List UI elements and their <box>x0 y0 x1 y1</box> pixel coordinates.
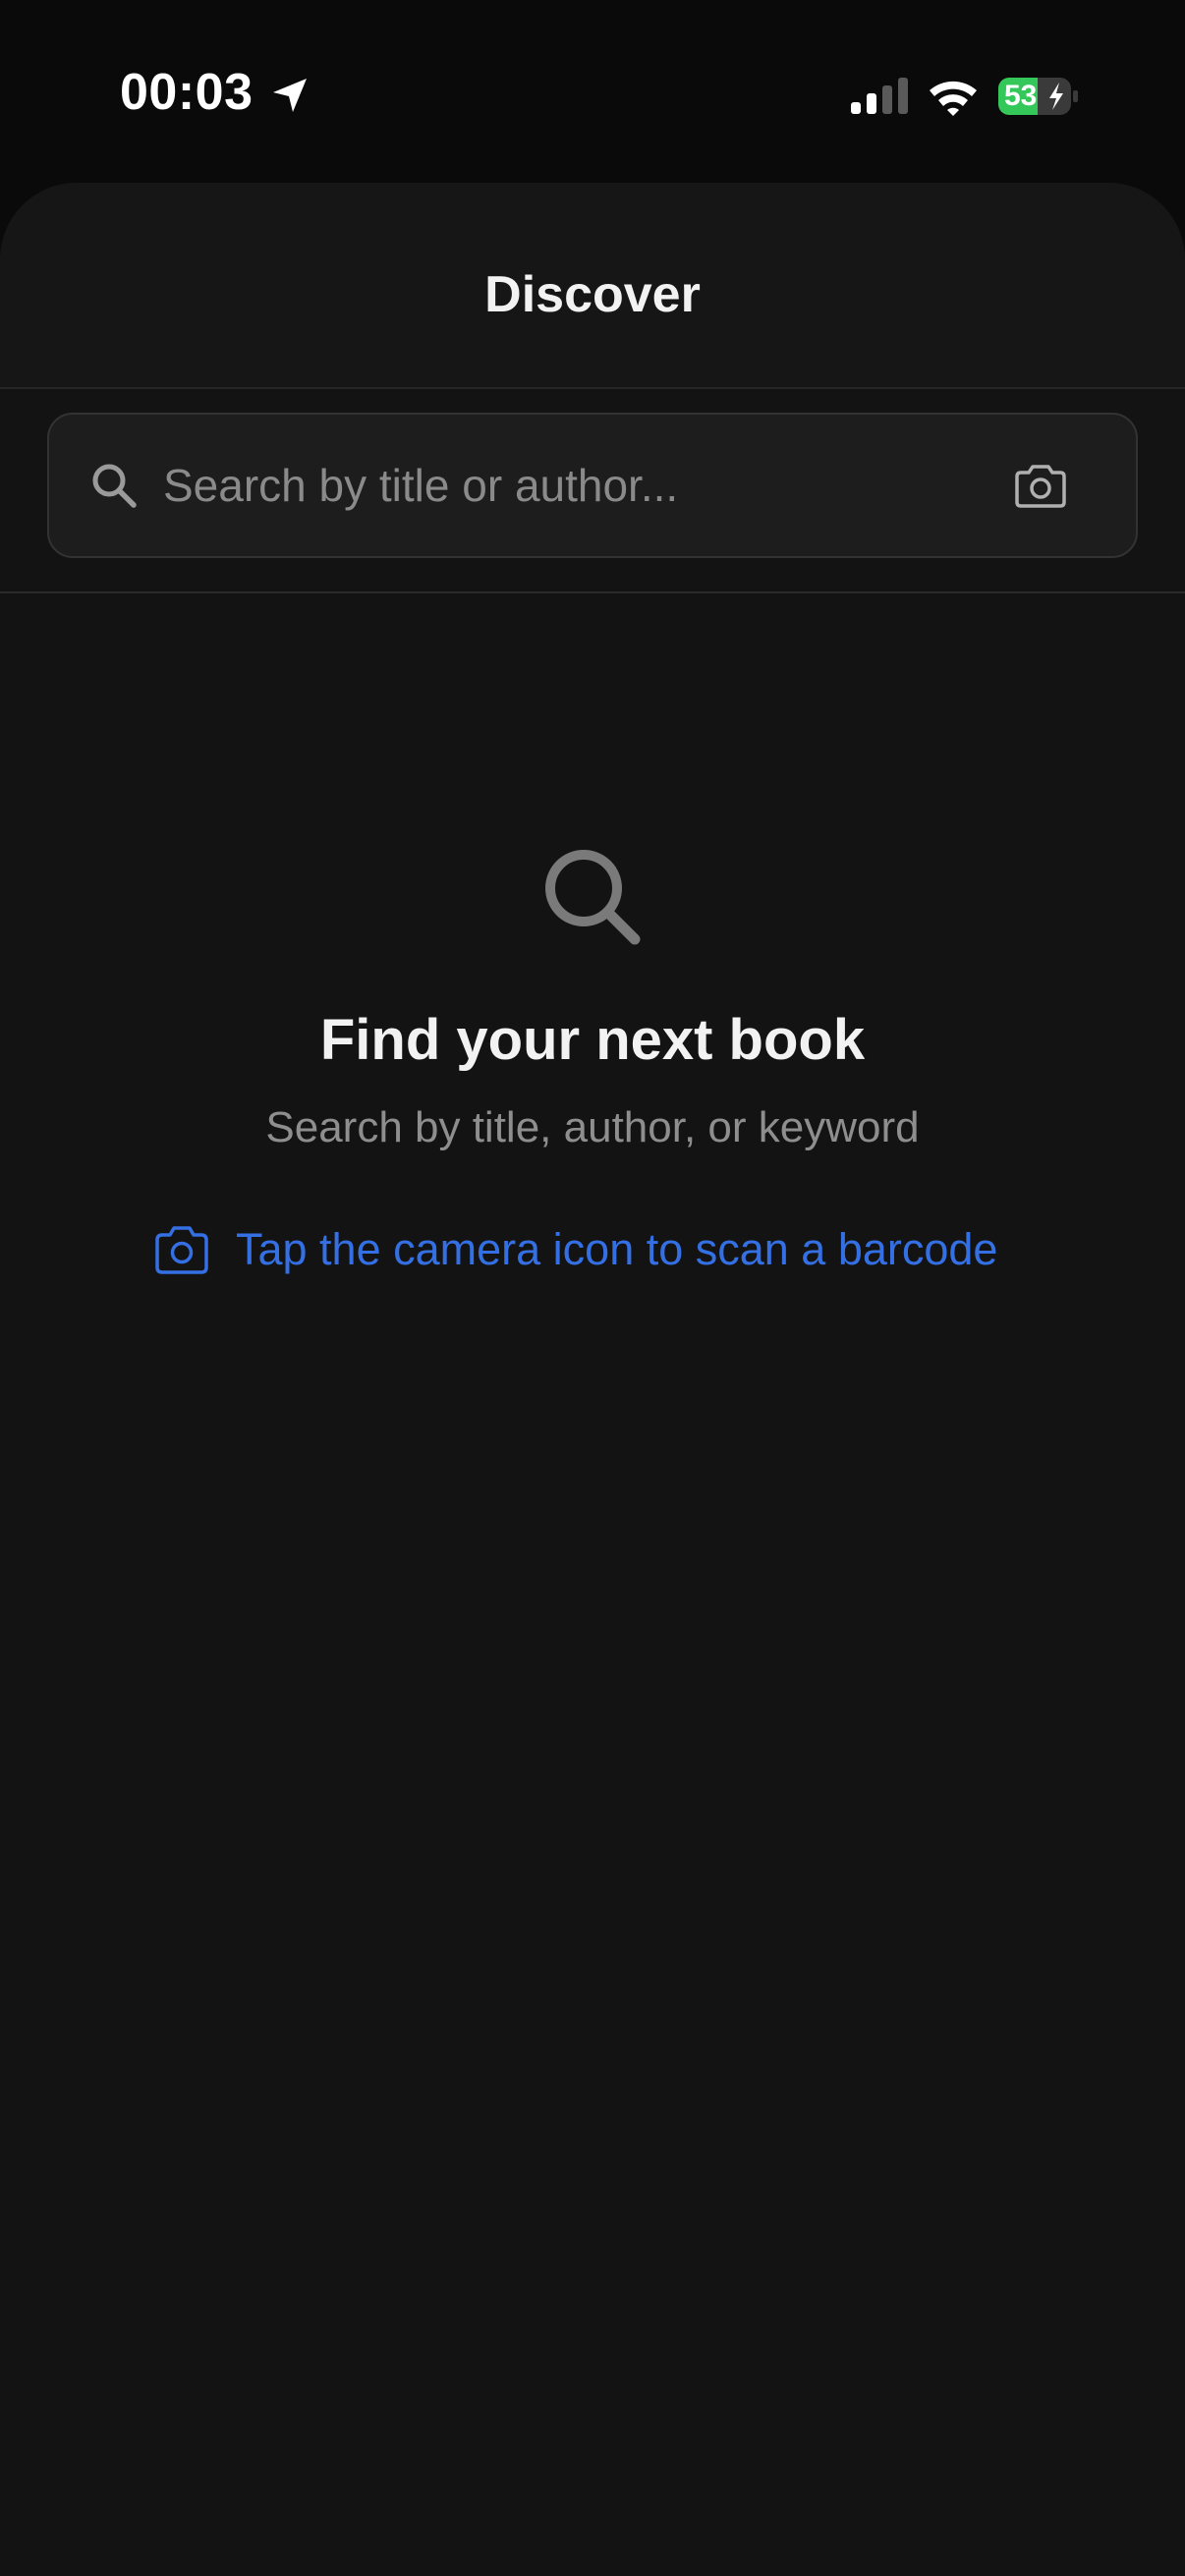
status-bar: 00:03 53 <box>0 0 1185 187</box>
scan-hint-text: Tap the camera icon to scan a barcode <box>236 1224 998 1274</box>
battery-level: 53 <box>1004 80 1038 112</box>
camera-icon <box>1015 465 1066 508</box>
scan-barcode-hint[interactable]: Tap the camera icon to scan a barcode <box>153 1212 997 1287</box>
camera-icon <box>155 1226 208 1274</box>
empty-state-subtitle: Search by title, author, or keyword <box>265 1103 920 1151</box>
search-input[interactable] <box>163 450 1008 521</box>
status-time: 00:03 <box>120 64 254 121</box>
wifi-icon <box>930 81 977 116</box>
empty-state-title: Find your next book <box>319 1008 866 1072</box>
search-icon <box>92 464 137 508</box>
header: Discover <box>0 183 1185 389</box>
cellular-signal-icon <box>851 78 908 114</box>
camera-scan-button[interactable] <box>1006 452 1075 521</box>
page-title: Discover <box>484 266 701 323</box>
search-bar[interactable] <box>47 413 1138 558</box>
location-arrow-icon <box>273 79 307 112</box>
magnifier-icon <box>545 850 641 945</box>
discover-sheet: Discover Find your next book Search by t… <box>0 183 1185 2576</box>
search-section <box>0 389 1185 593</box>
